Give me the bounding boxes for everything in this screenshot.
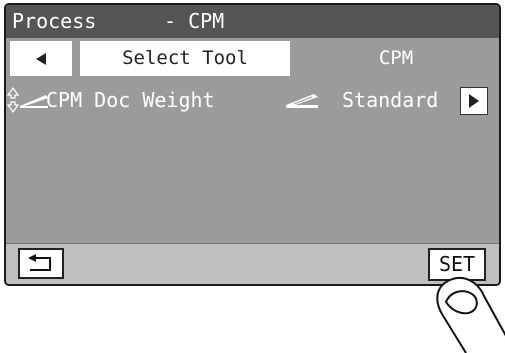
next-value-button[interactable]: [460, 87, 488, 115]
left-triangle-icon: [36, 52, 46, 65]
setting-row-cpm-doc-weight[interactable]: CPM Doc Weight Standard: [6, 82, 499, 118]
right-triangle-icon: [469, 94, 479, 108]
setting-label: CPM Doc Weight: [46, 88, 215, 112]
back-button[interactable]: [18, 248, 64, 279]
setting-value: Standard: [342, 88, 439, 112]
tab-cpm[interactable]: CPM: [294, 41, 498, 76]
tab-select-tool[interactable]: Select Tool: [80, 41, 290, 76]
finger-pointer-icon: [436, 277, 505, 353]
tab-prev-button[interactable]: [10, 41, 72, 76]
paper-weight-icon: [286, 94, 318, 108]
return-arrow-icon: [28, 253, 51, 271]
tab-row: Select Tool CPM: [6, 38, 499, 76]
touch-screen: Process - CPM Select Tool CPM CPM Doc We…: [4, 3, 501, 286]
screen-subtitle: - CPM: [164, 9, 225, 33]
title-bar: Process - CPM: [6, 5, 499, 38]
screen-title: Process: [12, 9, 97, 33]
